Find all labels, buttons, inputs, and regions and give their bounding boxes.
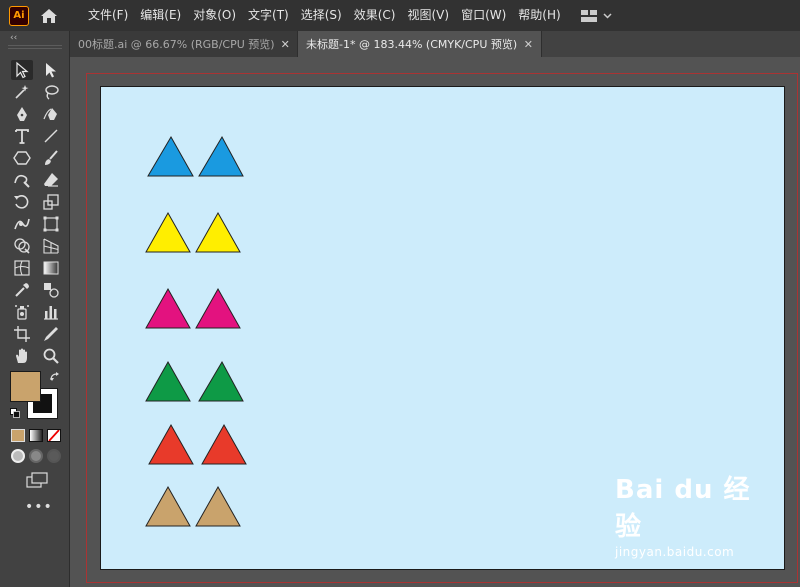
triangle-row4-right[interactable] xyxy=(198,360,244,402)
menu-file[interactable]: 文件(F) xyxy=(82,0,134,31)
menu-effect[interactable]: 效果(C) xyxy=(348,0,402,31)
tab-title: 00标题.ai @ 66.67% (RGB/CPU 预览) xyxy=(78,38,275,51)
magic-wand-tool-icon[interactable] xyxy=(11,82,33,102)
app-logo: Ai xyxy=(9,5,29,26)
eyedropper-tool-icon[interactable] xyxy=(11,280,33,300)
close-icon[interactable]: ✕ xyxy=(275,38,290,51)
perspective-grid-tool-icon[interactable] xyxy=(40,236,62,256)
zoom-tool-icon[interactable] xyxy=(40,346,62,366)
rotate-tool-icon[interactable] xyxy=(11,192,33,212)
lasso-tool-icon[interactable] xyxy=(40,82,62,102)
blend-tool-icon[interactable] xyxy=(40,280,62,300)
edit-toolbar-button[interactable]: ••• xyxy=(25,499,53,515)
panel-grip[interactable] xyxy=(8,45,62,49)
hand-tool-icon[interactable] xyxy=(11,346,33,366)
shape-builder-tool-icon[interactable] xyxy=(11,236,33,256)
selection-tool-icon[interactable] xyxy=(11,60,33,80)
default-fill-stroke-icon[interactable] xyxy=(10,408,20,418)
menu-window[interactable]: 窗口(W) xyxy=(455,0,512,31)
screen-mode-icon[interactable] xyxy=(26,472,48,488)
menu-view[interactable]: 视图(V) xyxy=(401,0,455,31)
scale-tool-icon[interactable] xyxy=(40,192,62,212)
triangle-row3-left[interactable] xyxy=(145,287,191,329)
width-tool-icon[interactable] xyxy=(11,214,33,234)
triangle-row5-left[interactable] xyxy=(148,423,194,465)
direct-selection-tool-icon[interactable] xyxy=(40,60,62,80)
draw-inside-icon[interactable] xyxy=(47,449,61,463)
draw-behind-icon[interactable] xyxy=(29,449,43,463)
shaper-tool-icon[interactable] xyxy=(11,170,33,190)
triangle-row2-left[interactable] xyxy=(145,211,191,253)
fill-color-swatch[interactable] xyxy=(10,371,41,402)
pen-tool-icon[interactable] xyxy=(11,104,33,124)
triangle-row3-right[interactable] xyxy=(195,287,241,329)
watermark-url: jingyan.baidu.com xyxy=(615,545,735,559)
mesh-tool-icon[interactable] xyxy=(11,258,33,278)
artboard-tool-icon[interactable] xyxy=(11,324,33,344)
tools-panel: ‹‹ ••• xyxy=(0,31,70,587)
gradient-mode-icon[interactable] xyxy=(29,429,43,442)
column-graph-tool-icon[interactable] xyxy=(40,302,62,322)
menu-select[interactable]: 选择(S) xyxy=(295,0,348,31)
type-tool-icon[interactable] xyxy=(11,126,33,146)
home-icon[interactable] xyxy=(38,5,60,27)
slice-tool-icon[interactable] xyxy=(40,324,62,344)
curvature-tool-icon[interactable] xyxy=(40,104,62,124)
polygon-tool-icon[interactable] xyxy=(11,148,33,168)
main-menu: 文件(F) 编辑(E) 对象(O) 文字(T) 选择(S) 效果(C) 视图(V… xyxy=(82,0,567,31)
menu-type[interactable]: 文字(T) xyxy=(242,0,295,31)
watermark-logo: Bai du 经验 xyxy=(615,475,751,542)
triangle-row1-right[interactable] xyxy=(198,135,244,177)
triangle-row1-left[interactable] xyxy=(147,135,194,177)
line-tool-icon[interactable] xyxy=(40,126,62,146)
canvas-area[interactable]: Bai du 经验 jingyan.baidu.com xyxy=(70,57,800,587)
paintbrush-tool-icon[interactable] xyxy=(40,148,62,168)
triangle-row4-left[interactable] xyxy=(145,360,191,402)
document-tab-bar: 00标题.ai @ 66.67% (RGB/CPU 预览) ✕ 未标题-1* @… xyxy=(70,31,800,57)
gradient-tool-icon[interactable] xyxy=(40,258,62,278)
workspace-grid-icon xyxy=(580,9,597,22)
chevron-down-icon xyxy=(603,12,612,19)
menu-help[interactable]: 帮助(H) xyxy=(512,0,566,31)
triangle-row6-right[interactable] xyxy=(195,485,241,527)
triangle-row6-left[interactable] xyxy=(145,485,191,527)
menu-object[interactable]: 对象(O) xyxy=(187,0,242,31)
tab-document-1[interactable]: 00标题.ai @ 66.67% (RGB/CPU 预览) ✕ xyxy=(70,31,298,57)
none-mode-icon[interactable] xyxy=(47,429,61,442)
tab-document-2[interactable]: 未标题-1* @ 183.44% (CMYK/CPU 预览) ✕ xyxy=(298,31,542,57)
workspace-switcher[interactable] xyxy=(580,9,612,22)
menu-edit[interactable]: 编辑(E) xyxy=(134,0,187,31)
color-mode-icon[interactable] xyxy=(11,429,25,442)
triangle-row2-right[interactable] xyxy=(195,211,241,253)
free-transform-tool-icon[interactable] xyxy=(40,214,62,234)
close-icon[interactable]: ✕ xyxy=(518,38,533,51)
draw-normal-icon[interactable] xyxy=(11,449,25,463)
collapse-panel-icon[interactable]: ‹‹ xyxy=(10,33,17,43)
watermark: Bai du 经验 jingyan.baidu.com xyxy=(615,469,755,559)
triangle-row5-right[interactable] xyxy=(201,423,247,465)
eraser-tool-icon[interactable] xyxy=(40,170,62,190)
tab-title: 未标题-1* @ 183.44% (CMYK/CPU 预览) xyxy=(306,38,518,51)
swap-fill-stroke-icon[interactable] xyxy=(49,371,61,383)
menu-bar: Ai 文件(F) 编辑(E) 对象(O) 文字(T) 选择(S) 效果(C) 视… xyxy=(0,0,800,31)
symbol-sprayer-tool-icon[interactable] xyxy=(11,302,33,322)
